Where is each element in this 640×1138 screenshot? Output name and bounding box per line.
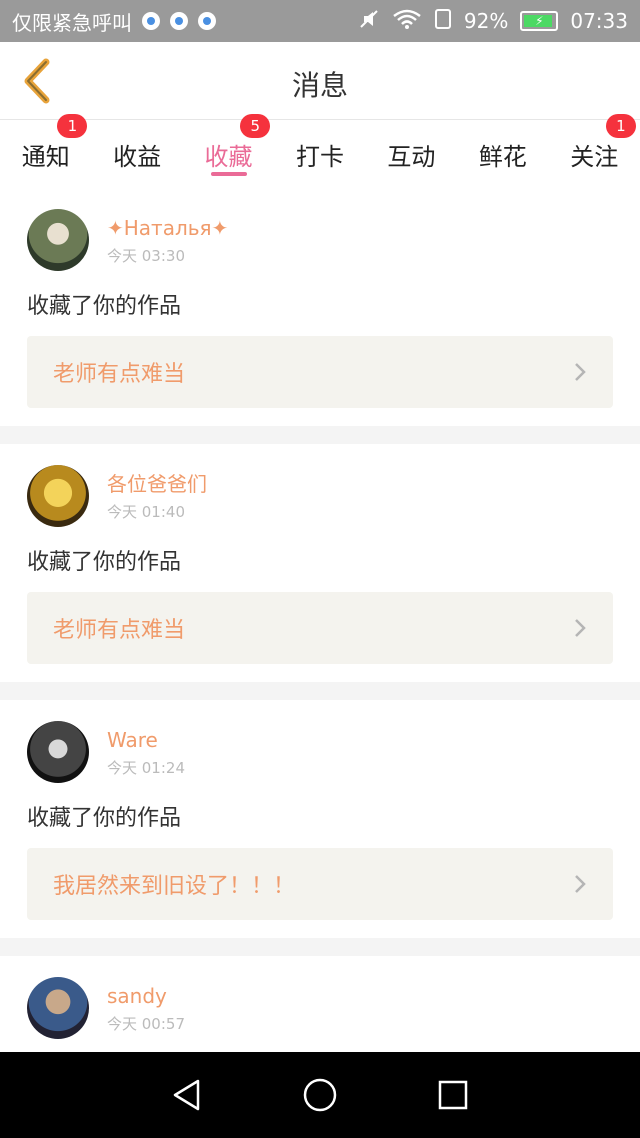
tab-label: 收藏	[204, 142, 253, 171]
avatar[interactable]	[27, 465, 89, 527]
status-bar: 仅限紧急呼叫 92% ⚡ 07:33	[0, 0, 640, 42]
nav-back-button[interactable]	[157, 1065, 217, 1125]
work-link[interactable]: 老师有点难当	[27, 592, 613, 664]
triangle-back-icon	[173, 1079, 199, 1111]
message-meta: ✦Наталья✦ 今天 03:30	[107, 215, 228, 266]
message-card: 各位爸爸们今天 01:40 收藏了你的作品老师有点难当	[0, 444, 640, 682]
mute-icon	[358, 8, 380, 35]
tab-label: 通知	[21, 142, 70, 171]
tab-label: 打卡	[295, 142, 344, 171]
tab-bar: 通知 1 收益 收藏 5 打卡 互动 鲜花 关注 1	[0, 114, 640, 188]
unread-badge: 5	[240, 114, 271, 138]
work-title: 老师有点难当	[53, 618, 186, 643]
battery-percent: 92%	[463, 9, 509, 33]
tab-3[interactable]: 打卡	[274, 120, 365, 188]
tab-5[interactable]: 鲜花	[457, 120, 548, 188]
action-text: 收藏了你的作品	[27, 550, 182, 575]
message-header: 各位爸爸们今天 01:40	[27, 464, 613, 528]
tab-6[interactable]: 关注 1	[549, 114, 640, 188]
message-feed: ✦Наталья✦ 今天 03:30 收藏了你的作品 老师有点难当 各位爸爸们 今天 01…	[0, 188, 640, 1076]
avatar[interactable]	[27, 977, 89, 1039]
square-recents-icon	[439, 1080, 468, 1110]
tab-label: 收益	[113, 142, 162, 171]
unread-badge: 1	[57, 114, 88, 138]
message-header: Ware 今天 01:24	[27, 720, 613, 784]
message-meta: Ware 今天 01:24	[107, 727, 185, 778]
nav-recents-button[interactable]	[423, 1065, 483, 1125]
chevron-right-icon	[575, 363, 586, 381]
chevron-right-icon	[575, 875, 586, 893]
timestamp: 今天 00:57	[107, 1014, 185, 1033]
avatar[interactable]	[27, 209, 89, 271]
wifi-icon	[392, 8, 422, 35]
tab-2[interactable]: 收藏 5	[183, 114, 274, 188]
circle-home-icon	[303, 1078, 337, 1112]
tab-label: 互动	[387, 142, 436, 171]
username[interactable]: sandy	[107, 983, 185, 1009]
avatar[interactable]	[27, 721, 89, 783]
timestamp: 今天 01:40	[107, 502, 185, 521]
action-text: 收藏了你的作品	[27, 294, 182, 319]
nav-home-button[interactable]	[290, 1065, 350, 1125]
message-card: sandy 今天 00:57	[0, 956, 640, 1058]
tab-label: 关注	[570, 142, 619, 171]
username[interactable]: ✦Наталья✦	[107, 215, 228, 241]
unread-badge: 1	[605, 114, 636, 138]
message-header: sandy 今天 00:57	[27, 976, 613, 1040]
battery-icon: ⚡	[520, 11, 559, 31]
notification-icon	[198, 12, 216, 30]
tab-0[interactable]: 通知 1	[0, 114, 91, 188]
notification-icon	[142, 12, 160, 30]
message-card: Ware 今天 01:24 收藏了你的作品我居然来到旧设了！！！	[0, 700, 640, 938]
work-link[interactable]: 老师有点难当	[27, 336, 613, 408]
chevron-right-icon	[575, 619, 586, 637]
tab-1[interactable]: 收益	[91, 120, 182, 188]
timestamp: 今天 03:30	[107, 246, 185, 265]
username[interactable]: 各位爸爸们	[107, 471, 207, 497]
message-meta: 各位爸爸们今天 01:40	[107, 471, 207, 522]
system-nav-bar	[0, 1052, 640, 1138]
action-text: 收藏了你的作品	[27, 806, 182, 831]
work-link[interactable]: 我居然来到旧设了！！！	[27, 848, 613, 920]
active-tab-indicator	[210, 172, 247, 176]
clock: 07:33	[570, 9, 628, 33]
app-header: 消息	[0, 42, 640, 120]
page-title: 消息	[291, 69, 348, 102]
message-header: ✦Наталья✦ 今天 03:30	[27, 208, 613, 272]
tab-4[interactable]: 互动	[366, 120, 457, 188]
work-title: 老师有点难当	[53, 362, 186, 387]
carrier-text: 仅限紧急呼叫	[12, 10, 132, 35]
tab-label: 鲜花	[478, 142, 527, 171]
timestamp: 今天 01:24	[107, 758, 185, 777]
message-meta: sandy 今天 00:57	[107, 983, 185, 1034]
notification-icon	[170, 12, 188, 30]
sim-icon	[434, 8, 452, 35]
message-card: ✦Наталья✦ 今天 03:30 收藏了你的作品老师有点难当	[0, 188, 640, 426]
username[interactable]: Ware	[107, 727, 185, 753]
work-title: 我居然来到旧设了！！！	[53, 874, 296, 899]
